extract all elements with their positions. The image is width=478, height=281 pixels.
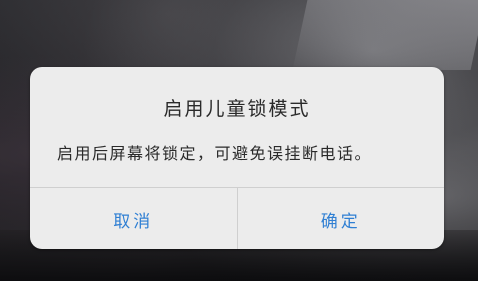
dialog-title: 启用儿童锁模式 xyxy=(163,98,311,120)
background-image xyxy=(292,0,478,70)
dialog-message: 启用后屏幕将锁定，可避免误挂断电话。 xyxy=(57,144,373,163)
screen: 启用儿童锁模式 启用后屏幕将锁定，可避免误挂断电话。 取消 确定 xyxy=(0,0,478,281)
confirm-button[interactable]: 确定 xyxy=(238,188,445,249)
cancel-button[interactable]: 取消 xyxy=(30,188,237,249)
dialog-button-row: 取消 确定 xyxy=(30,187,444,249)
child-lock-dialog: 启用儿童锁模式 启用后屏幕将锁定，可避免误挂断电话。 取消 确定 xyxy=(30,67,444,249)
